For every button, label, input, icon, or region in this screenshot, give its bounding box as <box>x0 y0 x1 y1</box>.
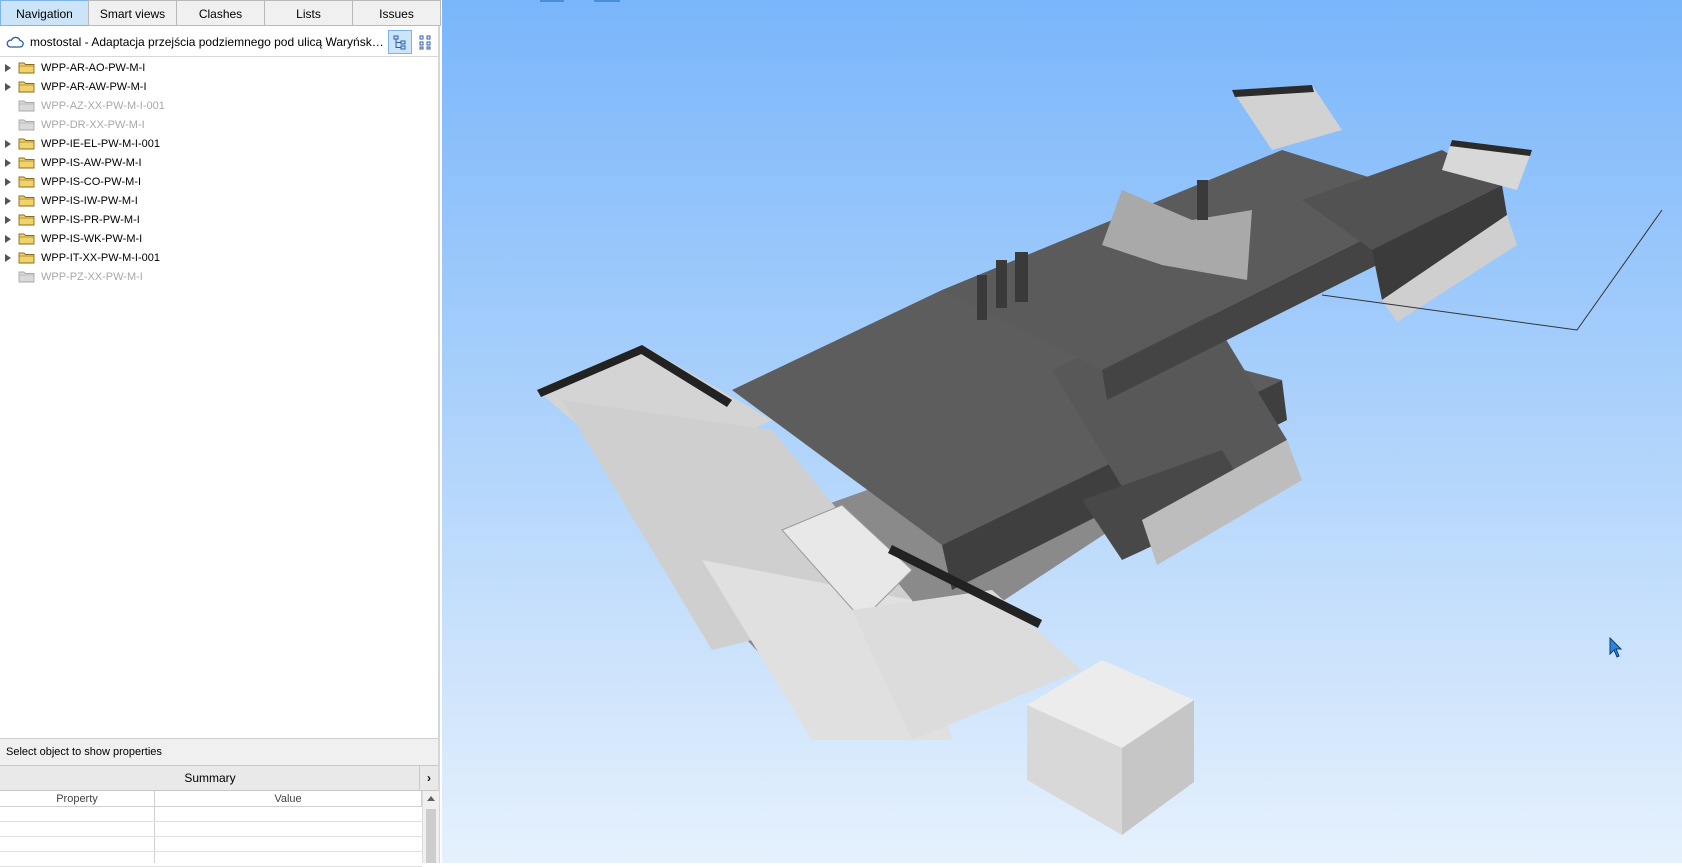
folder-icon <box>18 119 35 131</box>
project-bar: mostostal - Adaptacja przejścia podziemn… <box>0 28 438 57</box>
tree-item-label: WPP-IS-PR-PW-M-I <box>41 213 140 226</box>
tree-item-label: WPP-AR-AO-PW-M-I <box>41 61 146 74</box>
tree-item[interactable]: WPP-IS-WK-PW-M-I <box>0 229 438 248</box>
folder-icon <box>18 138 35 150</box>
hierarchy-icon <box>393 35 406 50</box>
summary-label: Summary <box>184 771 236 785</box>
cloud-icon <box>6 36 24 48</box>
tree-item-label: WPP-IS-AW-PW-M-I <box>41 156 142 169</box>
3d-viewport[interactable] <box>442 0 1682 863</box>
tree-item-label: WPP-IS-CO-PW-M-I <box>41 175 142 188</box>
tree-item[interactable]: WPP-AR-AW-PW-M-I <box>0 77 438 96</box>
column-header-property[interactable]: Property <box>0 791 155 807</box>
tree-item-label: WPP-IT-XX-PW-M-I-001 <box>41 251 160 264</box>
grid-view-button[interactable] <box>414 30 438 54</box>
folder-icon <box>18 100 35 112</box>
tree-item[interactable]: WPP-PZ-XX-PW-M-I <box>0 267 438 286</box>
tree-item-label: WPP-IS-WK-PW-M-I <box>41 232 143 245</box>
tree-item[interactable]: WPP-AZ-XX-PW-M-I-001 <box>0 96 438 115</box>
tree-item-label: WPP-PZ-XX-PW-M-I <box>41 270 143 283</box>
tree-item[interactable]: WPP-IS-PR-PW-M-I <box>0 210 438 229</box>
scroll-up-arrow-icon[interactable] <box>427 796 435 801</box>
tree-item[interactable]: WPP-IT-XX-PW-M-I-001 <box>0 248 438 267</box>
tree-item-label: WPP-IS-IW-PW-M-I <box>41 194 138 207</box>
tree-item[interactable]: WPP-DR-XX-PW-M-I <box>0 115 438 134</box>
expand-arrow-icon <box>5 273 11 281</box>
viewport-toolbar-marker <box>594 0 620 2</box>
expand-arrow-icon[interactable] <box>5 63 11 72</box>
ventilation-chimney <box>977 275 987 320</box>
expand-arrow-icon <box>5 102 11 110</box>
expand-arrow-icon <box>5 121 11 129</box>
folder-icon <box>18 62 35 74</box>
tree-item[interactable]: WPP-IS-IW-PW-M-I <box>0 191 438 210</box>
folder-icon <box>18 157 35 169</box>
folder-icon <box>18 233 35 245</box>
expand-arrow-icon[interactable] <box>5 82 11 91</box>
table-row <box>0 807 422 822</box>
table-row <box>0 822 422 837</box>
tab-clashes[interactable]: Clashes <box>176 0 265 26</box>
summary-expand-arrow[interactable]: › <box>419 766 438 790</box>
folder-icon <box>18 271 35 283</box>
folder-icon <box>18 81 35 93</box>
expand-arrow-icon[interactable] <box>5 234 11 243</box>
ventilation-chimney <box>1197 180 1208 220</box>
tree-item[interactable]: WPP-IS-CO-PW-M-I <box>0 172 438 191</box>
expand-arrow-icon[interactable] <box>5 139 11 148</box>
tree-item[interactable]: WPP-IE-EL-PW-M-I-001 <box>0 134 438 153</box>
tree-item-label: WPP-AR-AW-PW-M-I <box>41 80 147 93</box>
column-header-value[interactable]: Value <box>155 791 422 807</box>
grid-icon <box>419 35 431 50</box>
project-title[interactable]: mostostal - Adaptacja przejścia podziemn… <box>30 35 386 49</box>
properties-table: Property Value <box>0 791 422 867</box>
folder-icon <box>18 252 35 264</box>
tab-lists[interactable]: Lists <box>264 0 353 26</box>
tab-navigation[interactable]: Navigation <box>0 0 89 26</box>
hierarchy-view-button[interactable] <box>388 30 412 54</box>
folder-icon <box>18 214 35 226</box>
cursor-icon <box>1609 637 1623 658</box>
scroll-thumb[interactable] <box>426 809 436 863</box>
tree-item-label: WPP-DR-XX-PW-M-I <box>41 118 145 131</box>
expand-arrow-icon[interactable] <box>5 253 11 262</box>
expand-arrow-icon[interactable] <box>5 177 11 186</box>
expand-arrow-icon[interactable] <box>5 196 11 205</box>
model-tree: WPP-AR-AO-PW-M-I WPP-AR-AW-PW-M-I WPP-AZ-X… <box>0 58 438 286</box>
properties-hint: Select object to show properties <box>0 738 438 765</box>
tree-item-label: WPP-AZ-XX-PW-M-I-001 <box>41 99 165 112</box>
tree-item[interactable]: WPP-IS-AW-PW-M-I <box>0 153 438 172</box>
tree-item[interactable]: WPP-AR-AO-PW-M-I <box>0 58 438 77</box>
folder-icon <box>18 195 35 207</box>
3d-model[interactable] <box>442 0 1682 863</box>
tab-bar: Navigation Smart views Clashes Lists Iss… <box>0 0 441 28</box>
table-row <box>0 852 422 867</box>
expand-arrow-icon[interactable] <box>5 158 11 167</box>
expand-arrow-icon[interactable] <box>5 215 11 224</box>
ventilation-chimney <box>1015 252 1028 302</box>
summary-bar[interactable]: Summary › <box>0 765 438 791</box>
folder-icon <box>18 176 35 188</box>
viewport-toolbar-marker <box>540 0 564 2</box>
ventilation-chimney <box>996 260 1007 308</box>
tab-smart-views[interactable]: Smart views <box>88 0 177 26</box>
properties-scrollbar[interactable] <box>422 791 439 863</box>
tab-issues[interactable]: Issues <box>352 0 441 26</box>
table-row <box>0 837 422 852</box>
tree-item-label: WPP-IE-EL-PW-M-I-001 <box>41 137 160 150</box>
navigation-panel: Navigation Smart views Clashes Lists Iss… <box>0 0 441 867</box>
